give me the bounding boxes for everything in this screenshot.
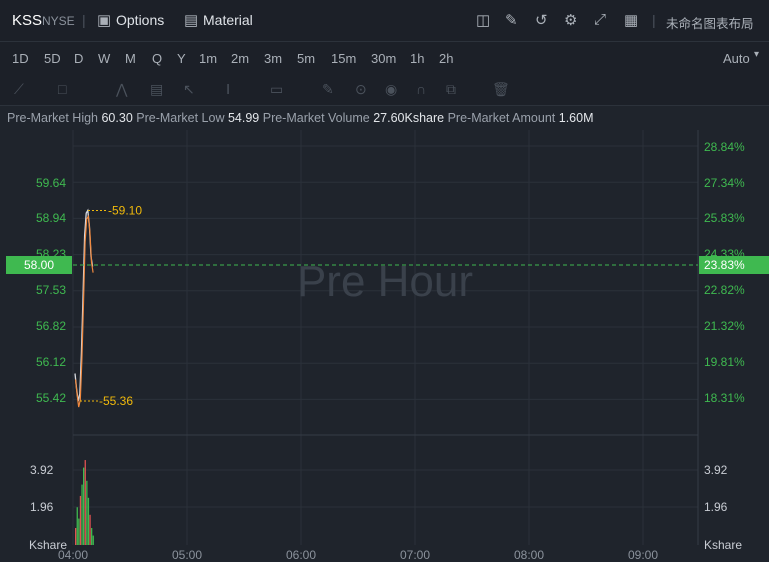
time-tick-label: 08:00	[514, 548, 544, 562]
price-tick-label: 55.42	[36, 391, 66, 405]
volume-unit-label: Kshare	[29, 538, 67, 552]
percent-tick-label: 25.83%	[704, 211, 745, 225]
price-tick-label: 59.64	[36, 176, 66, 190]
watermark: Pre Hour	[297, 257, 473, 306]
price-chart[interactable]: Pre Hour 59.6458.9458.2357.5356.8256.125…	[0, 0, 769, 562]
volume-tick-label: 1.96	[704, 500, 728, 514]
price-tick-label: 56.82	[36, 319, 66, 333]
volume-bar	[78, 518, 80, 545]
volume-bar	[89, 514, 91, 545]
current-percent-label: 23.83%	[704, 258, 745, 272]
volume-unit-label: Kshare	[704, 538, 742, 552]
current-price-label: 58.00	[24, 258, 54, 272]
time-tick-label: 05:00	[172, 548, 202, 562]
percent-tick-label: 21.32%	[704, 319, 745, 333]
time-tick-label: 09:00	[628, 548, 658, 562]
volume-tick-label: 1.96	[30, 500, 54, 514]
volume-bar	[81, 484, 83, 545]
volume-bar	[83, 467, 85, 545]
volume-bar	[76, 507, 78, 545]
price-tick-label: 56.12	[36, 355, 66, 369]
high-marker-label: -59.10	[108, 204, 142, 218]
price-tick-label: 58.94	[36, 211, 66, 225]
percent-tick-label: 18.31%	[704, 391, 745, 405]
volume-bar	[79, 495, 82, 545]
percent-tick-label: 28.84%	[704, 140, 745, 154]
volume-tick-label: 3.92	[704, 463, 728, 477]
volume-tick-label: 3.92	[30, 463, 54, 477]
percent-tick-label: 27.34%	[704, 176, 745, 190]
percent-tick-label: 22.82%	[704, 283, 745, 297]
volume-bar	[87, 497, 90, 545]
volume-bar	[84, 460, 86, 545]
time-tick-label: 06:00	[286, 548, 316, 562]
volume-bar	[92, 535, 94, 545]
volume-bar	[91, 528, 93, 545]
volume-bar	[75, 528, 77, 545]
time-tick-label: 07:00	[400, 548, 430, 562]
volume-bar	[86, 480, 88, 545]
price-tick-label: 57.53	[36, 283, 66, 297]
percent-tick-label: 19.81%	[704, 355, 745, 369]
low-marker-label: -55.36	[99, 394, 133, 408]
